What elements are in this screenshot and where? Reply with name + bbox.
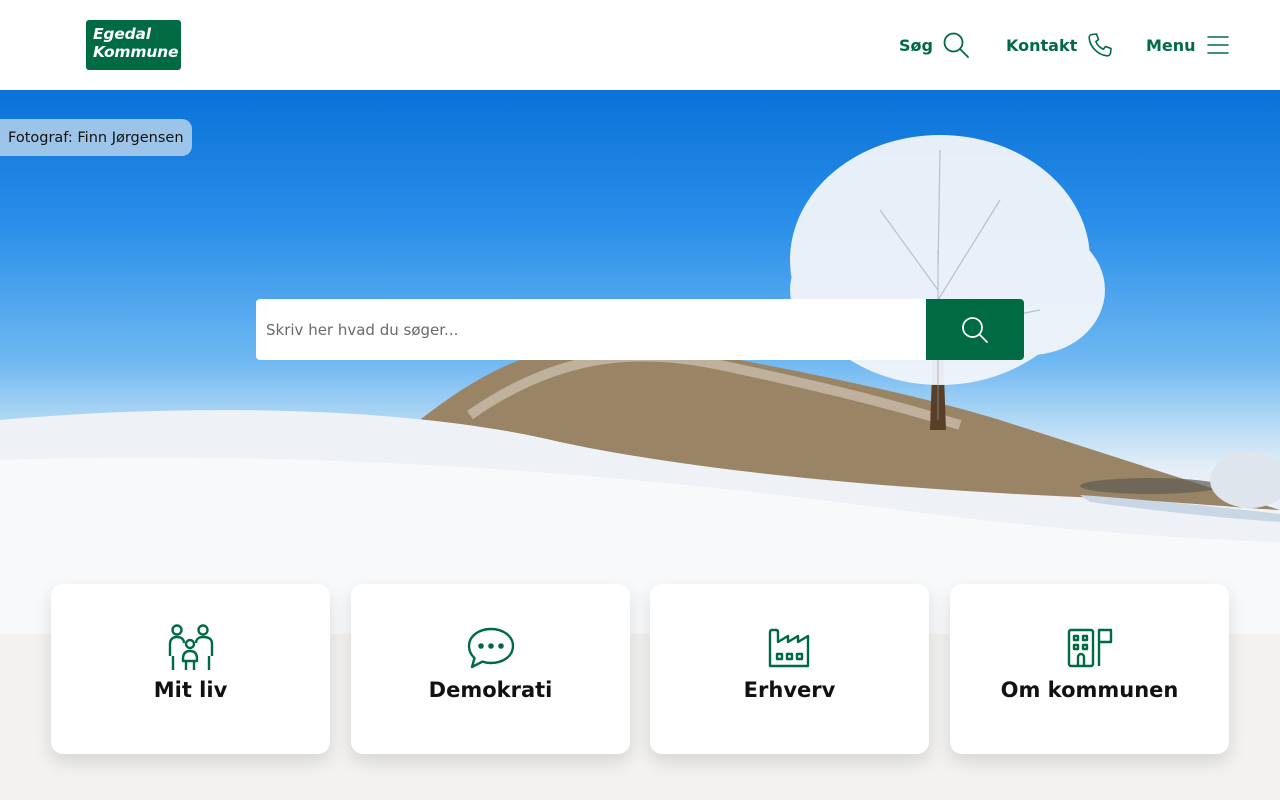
- factory-icon: [768, 628, 809, 668]
- phone-icon: [1088, 33, 1113, 57]
- card-title: Mit liv: [153, 678, 228, 702]
- building-flag-icon: [1067, 628, 1112, 668]
- card-om-kommunen[interactable]: Om kommunen: [950, 584, 1229, 754]
- nav-menu-button[interactable]: Menu: [1146, 30, 1230, 60]
- card-title: Erhverv: [743, 678, 836, 702]
- hamburger-icon: [1206, 36, 1229, 54]
- photo-credit: Fotograf: Finn Jørgensen: [0, 119, 192, 156]
- search-bar: [256, 299, 1024, 360]
- card-title: Demokrati: [428, 678, 553, 702]
- nav-contact-button[interactable]: Kontakt: [1006, 30, 1113, 60]
- card-demokrati[interactable]: Demokrati: [351, 584, 630, 754]
- nav-search-label: Søg: [899, 35, 933, 55]
- hero-banner: Fotograf: Finn Jørgensen: [0, 90, 1280, 634]
- family-icon: [168, 624, 213, 670]
- speech-bubble-icon: [467, 627, 514, 669]
- nav-menu-label: Menu: [1146, 35, 1196, 55]
- nav-contact-label: Kontakt: [1006, 35, 1078, 55]
- card-erhverv[interactable]: Erhverv: [650, 584, 929, 754]
- site-header: Egedal Kommune Søg Kontakt Menu: [0, 0, 1280, 90]
- search-input[interactable]: [256, 299, 926, 360]
- logo[interactable]: Egedal Kommune: [86, 20, 181, 70]
- winter-landscape-image: [0, 135, 1280, 634]
- search-submit-button[interactable]: [926, 299, 1024, 360]
- logo-line-2: Kommune: [93, 43, 179, 61]
- search-icon: [943, 32, 969, 58]
- logo-line-1: Egedal: [93, 25, 151, 43]
- nav-search-button[interactable]: Søg: [899, 30, 969, 60]
- card-mit-liv[interactable]: Mit liv: [51, 584, 330, 754]
- search-icon: [962, 316, 988, 343]
- card-title: Om kommunen: [1000, 678, 1179, 702]
